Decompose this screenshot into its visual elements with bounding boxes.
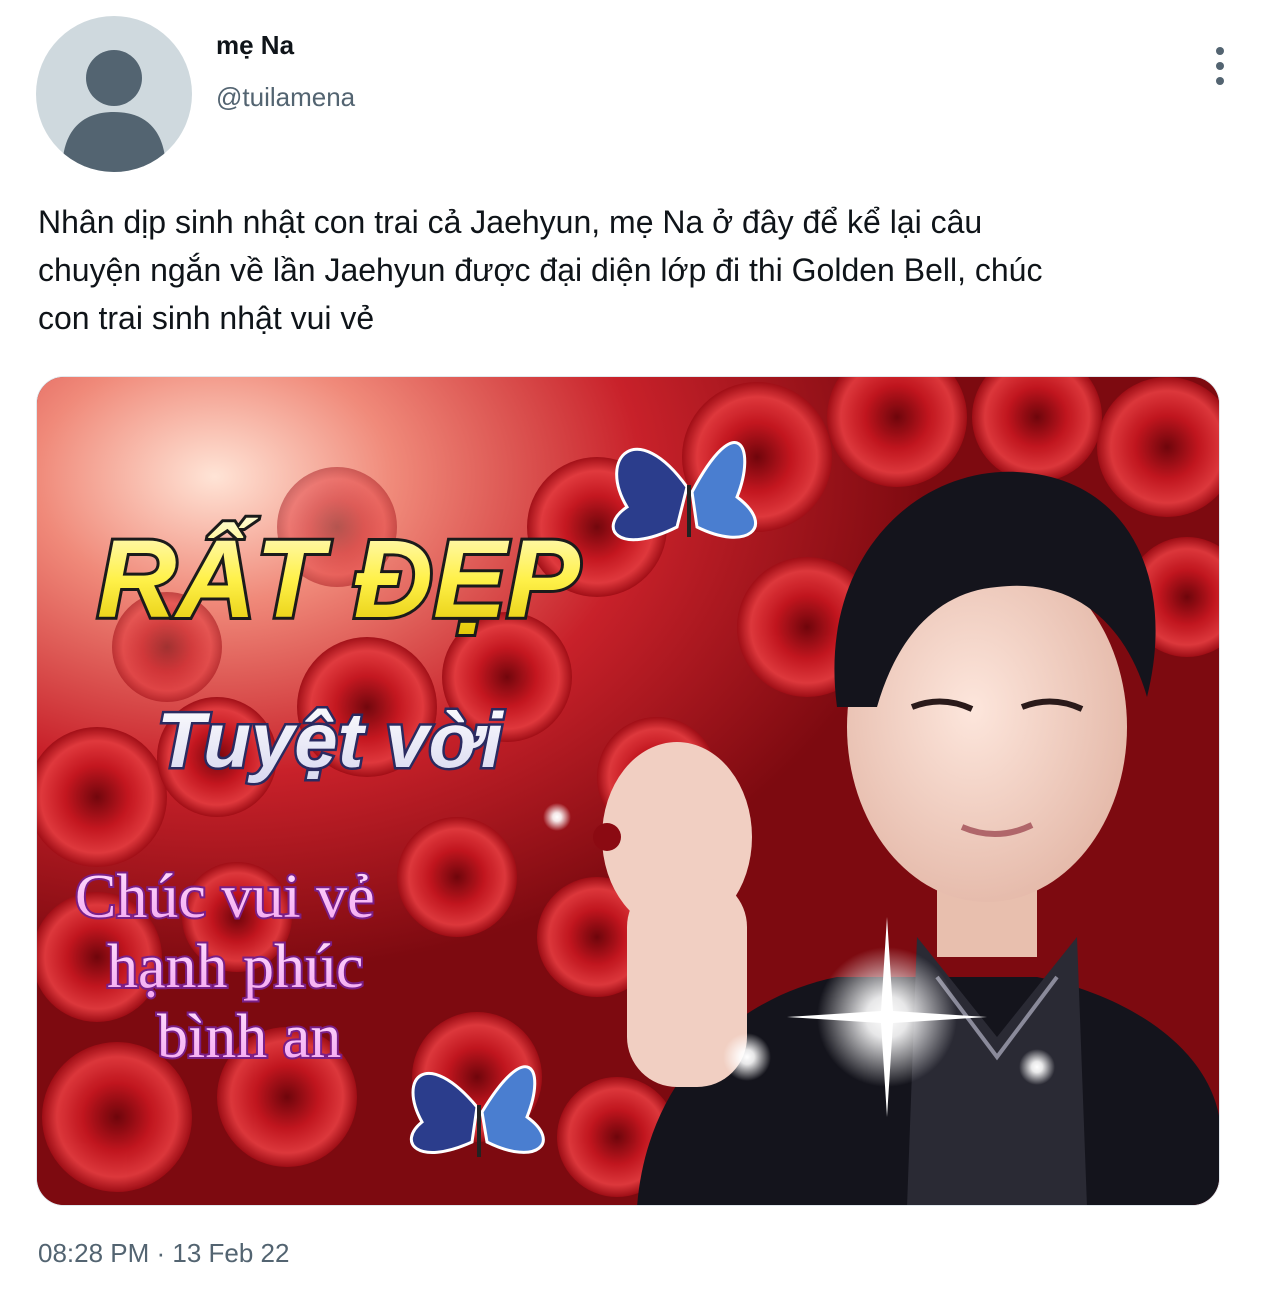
meme-text-line3: Chúc vui vẻ [75,863,375,931]
meme-text-line5: bình an [157,1003,341,1071]
meme-text-line1: RẤT ĐẸP [97,518,580,641]
display-name[interactable]: mẹ Na [216,30,294,61]
default-person-icon [62,50,166,172]
meme-text-line4: hạnh phúc [107,933,364,1001]
more-vertical-icon [1216,62,1224,70]
meme-text-line2: Tuyệt vời [157,696,504,784]
more-vertical-icon [1216,77,1224,85]
avatar[interactable] [36,16,192,172]
tweet-image[interactable]: RẤT ĐẸP Tuyệt vời Chúc vui vẻ hạnh phúc … [36,376,1220,1206]
user-handle[interactable]: @tuilamena [216,82,355,113]
more-vertical-icon [1216,47,1224,55]
meme-image: RẤT ĐẸP Tuyệt vời Chúc vui vẻ hạnh phúc … [37,377,1219,1205]
more-options-button[interactable] [1196,40,1244,92]
tweet-text: Nhân dịp sinh nhật con trai cả Jaehyun, … [38,204,1043,336]
tweet-timestamp[interactable]: 08:28 PM · 13 Feb 22 [38,1238,289,1269]
